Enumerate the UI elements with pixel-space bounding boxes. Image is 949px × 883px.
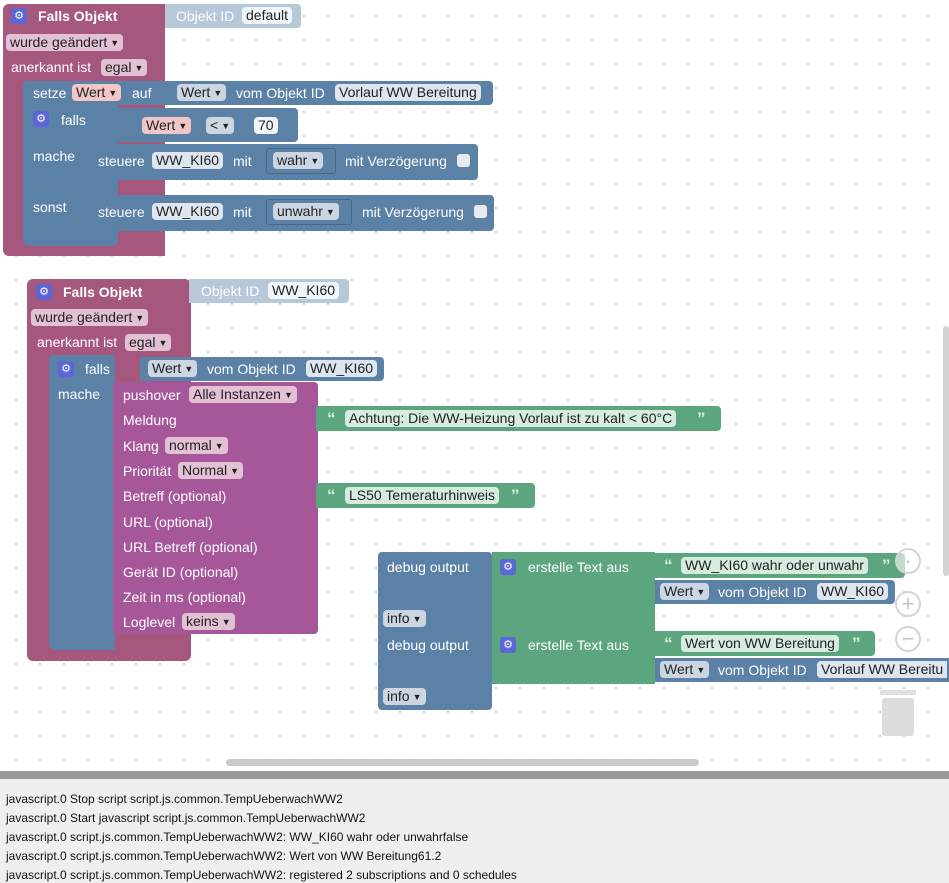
- condition-prop-dropdown[interactable]: Wert ▼: [148, 360, 198, 377]
- loglevel-dropdown[interactable]: keins ▼: [182, 613, 235, 630]
- delay-checkbox[interactable]: [457, 154, 470, 167]
- quote-open-icon: “: [327, 486, 336, 505]
- compare-operator-dropdown[interactable]: < ▼: [206, 117, 235, 134]
- sound-dropdown[interactable]: normal ▼: [165, 437, 228, 454]
- subject-label: Betreff (optional): [123, 488, 227, 504]
- objectid-value[interactable]: WW_KI60: [268, 282, 340, 299]
- delay-checkbox[interactable]: [474, 205, 487, 218]
- debug2-prop-dropdown[interactable]: Wert ▼: [660, 661, 710, 678]
- debug2-object[interactable]: Vorlauf WW Bereitu: [817, 661, 948, 678]
- quote-close-icon: ”: [697, 409, 706, 428]
- subject-text-field[interactable]: LS50 Temeraturhinweis: [345, 487, 500, 504]
- log-line: javascript.0 script.js.common.TempUeberw…: [6, 868, 517, 882]
- control-delay-label: mit Verzögerung: [362, 204, 464, 220]
- priority-dropdown[interactable]: Normal ▼: [178, 462, 244, 479]
- log-panel: javascript.0 Stop script script.js.commo…: [0, 771, 949, 883]
- debug-label: debug output: [387, 637, 469, 653]
- gear-icon[interactable]: ⚙: [58, 361, 74, 377]
- trash-icon[interactable]: [880, 690, 916, 736]
- debug1-text-field[interactable]: WW_KI60 wahr oder unwahr: [681, 557, 868, 574]
- zoom-in-button[interactable]: +: [895, 591, 921, 617]
- message-text-field[interactable]: Achtung: Die WW-Heizung Vorlauf ist zu k…: [345, 410, 677, 427]
- gear-icon[interactable]: ⚙: [33, 111, 49, 127]
- quote-open-icon: “: [327, 409, 336, 428]
- control-with-label: mit: [233, 153, 252, 169]
- control-value-dropdown[interactable]: unwahr ▼: [273, 203, 339, 220]
- trigger-dropdown[interactable]: wurde geändert ▼: [6, 34, 124, 51]
- horizontal-scrollbar[interactable]: [226, 759, 699, 766]
- control-delay-label: mit Verzögerung: [345, 153, 447, 169]
- pushover-instance-dropdown[interactable]: Alle Instanzen ▼: [189, 386, 297, 403]
- time-label: Zeit in ms (optional): [123, 589, 246, 605]
- trigger-dropdown[interactable]: wurde geändert ▼: [31, 309, 149, 326]
- objectid-value[interactable]: default: [242, 7, 293, 24]
- vertical-scrollbar[interactable]: [943, 326, 949, 576]
- event-header: Falls Objekt: [38, 8, 118, 24]
- loglevel-label: Loglevel: [123, 614, 176, 630]
- ack-label: anerkannt ist: [37, 334, 118, 350]
- url-subject-label: URL Betreff (optional): [123, 539, 258, 555]
- get-object-value[interactable]: Vorlauf WW Bereitung: [335, 84, 481, 101]
- control-object[interactable]: WW_KI60: [152, 203, 224, 220]
- recenter-icon[interactable]: ·: [895, 548, 921, 574]
- pushover-label: pushover: [123, 387, 181, 403]
- device-label: Gerät ID (optional): [123, 564, 239, 580]
- ack-dropdown[interactable]: egal ▼: [101, 59, 148, 76]
- debug1-prop-dropdown[interactable]: Wert ▼: [660, 583, 710, 600]
- set-label: setze: [33, 85, 67, 101]
- gear-icon[interactable]: ⚙: [500, 559, 516, 575]
- do-label: mache: [33, 148, 76, 164]
- create-text-label: erstelle Text aus: [528, 559, 629, 575]
- debug-level-dropdown[interactable]: info ▼: [383, 688, 426, 705]
- url-label: URL (optional): [123, 514, 213, 530]
- control-with-label: mit: [233, 204, 252, 220]
- compare-number[interactable]: 70: [254, 117, 278, 134]
- if-label: falls: [85, 361, 110, 377]
- set-on-label: auf: [132, 85, 152, 101]
- control-object[interactable]: WW_KI60: [152, 152, 224, 169]
- debug2-text-field[interactable]: Wert von WW Bereitung: [681, 635, 839, 652]
- log-line: javascript.0 script.js.common.TempUeberw…: [6, 830, 469, 844]
- quote-close-icon: ”: [882, 556, 891, 575]
- log-line: javascript.0 Stop script script.js.commo…: [6, 792, 343, 806]
- set-variable-dropdown[interactable]: Wert ▼: [72, 84, 122, 101]
- gear-icon[interactable]: ⚙: [500, 637, 516, 653]
- quote-open-icon: “: [664, 634, 673, 653]
- debug1-from-label: vom Objekt ID: [718, 584, 807, 600]
- condition-from-label: vom Objekt ID: [207, 361, 296, 377]
- quote-close-icon: ”: [511, 486, 520, 505]
- debug2-from-label: vom Objekt ID: [718, 662, 807, 678]
- condition-object[interactable]: WW_KI60: [306, 360, 378, 377]
- else-label: sonst: [33, 199, 67, 215]
- objectid-label: Objekt ID: [176, 8, 235, 24]
- get-from-label: vom Objekt ID: [236, 85, 325, 101]
- ack-label: anerkannt ist: [11, 59, 92, 75]
- log-line: javascript.0 script.js.common.TempUeberw…: [6, 849, 442, 863]
- debug-level-dropdown[interactable]: info ▼: [383, 610, 426, 627]
- create-text-label: erstelle Text aus: [528, 637, 629, 653]
- sound-label: Klang: [123, 438, 159, 454]
- quote-close-icon: ”: [852, 634, 861, 653]
- ack-dropdown[interactable]: egal ▼: [125, 334, 172, 351]
- quote-open-icon: “: [664, 556, 673, 575]
- control-label: steuere: [98, 153, 145, 169]
- debug-label: debug output: [387, 559, 469, 575]
- event-header: Falls Objekt: [63, 284, 143, 300]
- control-value-dropdown[interactable]: wahr ▼: [273, 152, 324, 169]
- gear-icon[interactable]: ⚙: [36, 284, 52, 300]
- gear-icon[interactable]: ⚙: [11, 8, 27, 24]
- priority-label: Priorität: [123, 463, 172, 479]
- control-label: steuere: [98, 204, 145, 220]
- compare-variable-dropdown[interactable]: Wert ▼: [142, 117, 192, 134]
- message-label: Meldung: [123, 412, 177, 428]
- blockly-workspace[interactable]: ⚙ Falls Objekt Objekt ID default wurde g…: [0, 0, 949, 770]
- get-prop-dropdown[interactable]: Wert ▼: [177, 84, 227, 101]
- do-label: mache: [58, 386, 101, 402]
- if-label: falls: [61, 112, 86, 128]
- debug1-object[interactable]: WW_KI60: [817, 583, 889, 600]
- objectid-label: Objekt ID: [201, 283, 260, 299]
- log-line: javascript.0 Start javascript script.js.…: [6, 811, 366, 825]
- zoom-out-button[interactable]: −: [895, 626, 921, 652]
